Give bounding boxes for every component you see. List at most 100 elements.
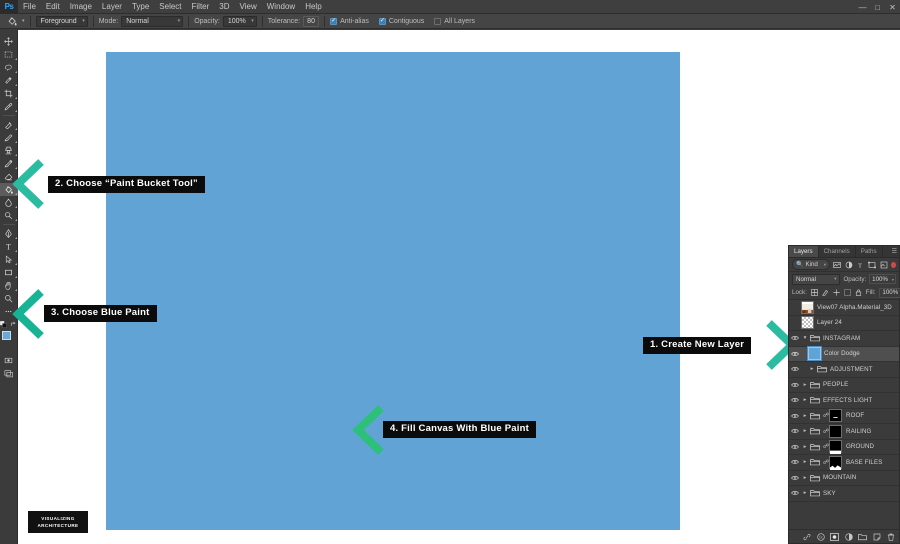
layer-mask-thumbnail[interactable]	[829, 456, 842, 469]
eyedropper-tool[interactable]	[0, 100, 18, 113]
opacity-input[interactable]: 100%	[223, 16, 257, 27]
menu-file[interactable]: File	[18, 0, 41, 14]
new-adjustment-layer-icon[interactable]	[844, 532, 853, 541]
layer-visibility-toggle[interactable]	[789, 351, 801, 357]
dodge-tool[interactable]	[0, 209, 18, 222]
layer-blend-mode-select[interactable]: Normal	[792, 274, 840, 285]
paint-bucket-icon[interactable]	[4, 15, 20, 28]
all-layers-check-icon[interactable]	[434, 18, 441, 25]
layer-visibility-toggle[interactable]	[789, 366, 801, 372]
filter-smart-icon[interactable]	[879, 260, 888, 270]
quick-mask-toggle[interactable]	[0, 354, 18, 367]
layer-visibility-toggle[interactable]	[789, 397, 801, 403]
add-layer-mask-icon[interactable]	[830, 532, 839, 541]
table-row[interactable]: ▸ PEOPLE	[789, 378, 899, 394]
close-button[interactable]: ✕	[885, 0, 900, 14]
layer-visibility-toggle[interactable]	[789, 413, 801, 419]
menu-edit[interactable]: Edit	[41, 0, 65, 14]
lasso-tool[interactable]	[0, 61, 18, 74]
layer-visibility-toggle[interactable]	[789, 490, 801, 496]
table-row[interactable]: ▸ MOUNTAIN	[789, 471, 899, 487]
table-row[interactable]: ▸ ☍ RAILING	[789, 424, 899, 440]
layer-thumbnail[interactable]	[801, 301, 814, 314]
layer-visibility-toggle[interactable]	[789, 475, 801, 481]
layer-mask-thumbnail[interactable]	[829, 440, 842, 453]
menu-view[interactable]: View	[235, 0, 262, 14]
group-expand-chevron-icon[interactable]: ▸	[801, 475, 809, 481]
rectangular-marquee-tool[interactable]	[0, 48, 18, 61]
layer-style-fx-icon[interactable]: fx	[816, 532, 825, 541]
filter-shape-icon[interactable]	[868, 260, 877, 270]
group-expand-chevron-icon[interactable]: ▸	[801, 413, 809, 419]
lock-transparent-icon[interactable]	[811, 289, 818, 297]
menu-image[interactable]: Image	[65, 0, 97, 14]
screen-mode-toggle[interactable]	[0, 367, 18, 380]
group-expand-chevron-icon[interactable]: ▸	[801, 444, 809, 450]
tab-layers[interactable]: Layers	[789, 246, 819, 257]
minimize-button[interactable]: —	[855, 0, 870, 14]
fill-source-select[interactable]: Foreground	[36, 16, 88, 27]
blend-mode-select[interactable]: Normal	[121, 16, 183, 27]
layer-visibility-toggle[interactable]	[789, 335, 801, 341]
filter-kind-select[interactable]: 🔍 Kind	[792, 259, 830, 270]
layer-visibility-toggle[interactable]	[789, 444, 801, 450]
brush-tool[interactable]	[0, 131, 18, 144]
spot-healing-brush-tool[interactable]	[0, 118, 18, 131]
layer-thumbnail[interactable]	[801, 316, 814, 329]
filter-enable-toggle[interactable]	[891, 262, 896, 268]
image-canvas[interactable]	[106, 52, 680, 530]
layer-visibility-toggle[interactable]	[789, 428, 801, 434]
default-colors-icon[interactable]	[0, 320, 8, 328]
table-row[interactable]: ▸ ☍ BASE FILES	[789, 455, 899, 471]
table-row[interactable]: ▸ ADJUSTMENT	[789, 362, 899, 378]
layer-opacity-value[interactable]: 100%	[869, 274, 896, 284]
panel-menu-icon[interactable]: ☰	[892, 248, 897, 255]
layer-thumbnail[interactable]	[808, 347, 821, 360]
menu-window[interactable]: Window	[262, 0, 300, 14]
clone-stamp-tool[interactable]	[0, 144, 18, 157]
layer-mask-thumbnail[interactable]	[829, 409, 842, 422]
fill-value[interactable]: 100%	[879, 288, 900, 298]
tolerance-input[interactable]: 80	[303, 16, 319, 27]
group-expand-chevron-icon[interactable]: ▾	[801, 335, 809, 341]
group-expand-chevron-icon[interactable]: ▸	[801, 459, 809, 465]
link-layers-icon[interactable]	[802, 532, 811, 541]
anti-alias-checkbox[interactable]: ✓ Anti-alias	[330, 18, 372, 25]
foreground-color-swatch[interactable]	[2, 331, 11, 340]
quick-selection-tool[interactable]	[0, 74, 18, 87]
table-row[interactable]: View07 Alpha.Material_3D	[789, 300, 899, 316]
tab-paths[interactable]: Paths	[856, 246, 883, 257]
anti-alias-check-icon[interactable]: ✓	[330, 18, 337, 25]
layer-visibility-toggle[interactable]	[789, 459, 801, 465]
group-expand-chevron-icon[interactable]: ▸	[801, 382, 809, 388]
filter-adjustment-icon[interactable]	[845, 260, 854, 270]
group-expand-chevron-icon[interactable]: ▸	[801, 490, 809, 496]
table-row[interactable]: ▸ EFFECTS LIGHT	[789, 393, 899, 409]
table-row[interactable]: ▸ ☍ GROUND	[789, 440, 899, 456]
menu-3d[interactable]: 3D	[214, 0, 234, 14]
filter-type-icon[interactable]: T	[856, 260, 865, 270]
menu-layer[interactable]: Layer	[97, 0, 127, 14]
group-expand-chevron-icon[interactable]: ▸	[808, 366, 816, 372]
layer-visibility-toggle[interactable]	[789, 382, 801, 388]
contiguous-checkbox[interactable]: ✓ Contiguous	[379, 18, 427, 25]
group-expand-chevron-icon[interactable]: ▸	[801, 428, 809, 434]
lock-artboard-icon[interactable]	[844, 289, 851, 297]
rectangle-tool[interactable]	[0, 266, 18, 279]
table-row[interactable]: ▾ INSTAGRAM	[789, 331, 899, 347]
move-tool[interactable]	[0, 35, 18, 48]
layer-mask-thumbnail[interactable]	[829, 425, 842, 438]
tool-preset-chevron-icon[interactable]: ▾	[22, 18, 25, 24]
group-expand-chevron-icon[interactable]: ▸	[801, 397, 809, 403]
lock-position-icon[interactable]	[833, 289, 840, 297]
new-group-icon[interactable]	[858, 532, 867, 541]
new-layer-icon[interactable]	[872, 532, 881, 541]
menu-select[interactable]: Select	[154, 0, 186, 14]
table-row[interactable]: Layer 24	[789, 316, 899, 332]
lock-all-icon[interactable]	[855, 289, 862, 297]
path-selection-tool[interactable]	[0, 253, 18, 266]
maximize-button[interactable]: □	[870, 0, 885, 14]
menu-help[interactable]: Help	[300, 0, 326, 14]
all-layers-checkbox[interactable]: All Layers	[434, 18, 478, 25]
pen-tool[interactable]	[0, 227, 18, 240]
